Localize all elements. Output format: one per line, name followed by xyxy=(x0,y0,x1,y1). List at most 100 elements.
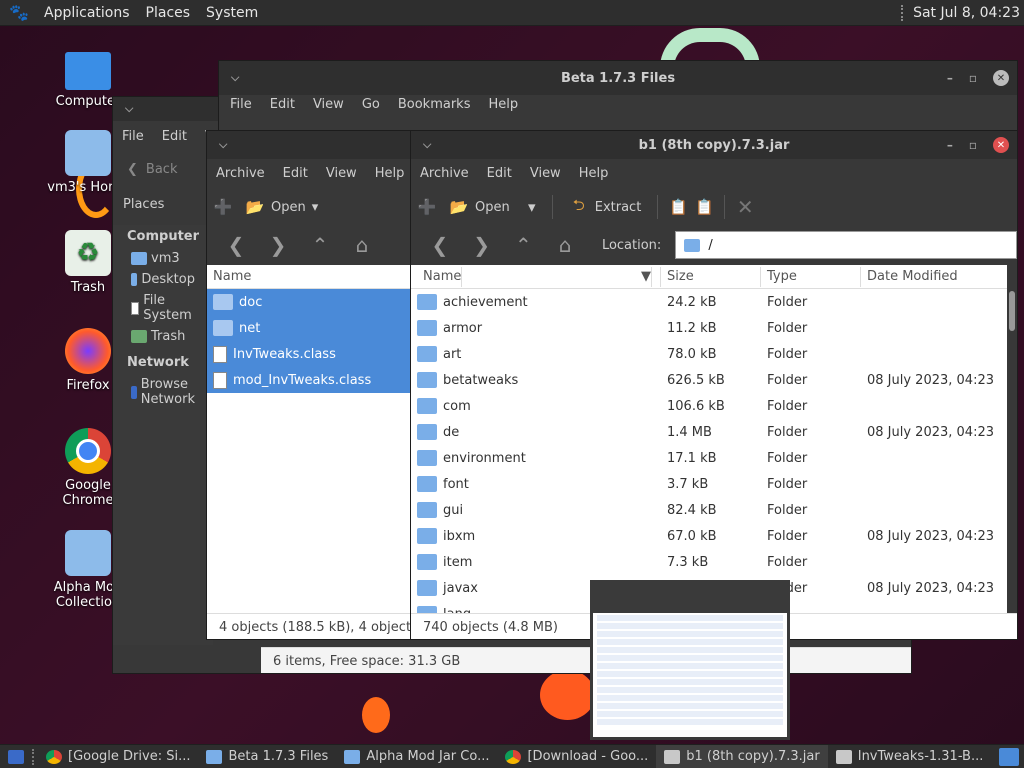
menu-edit[interactable]: Edit xyxy=(261,97,304,112)
workspace-switcher[interactable] xyxy=(991,745,1024,768)
menu-archive[interactable]: Archive xyxy=(207,166,274,181)
table-row[interactable]: armor 11.2 kB Folder xyxy=(411,315,1007,341)
gnome-foot-icon[interactable]: 🐾 xyxy=(8,2,30,24)
chevron-down-icon[interactable]: ▾ xyxy=(312,200,319,215)
add-files-icon[interactable]: 📋 xyxy=(668,198,688,216)
stop-icon[interactable]: ✕ xyxy=(735,195,755,219)
table-row[interactable]: gui 82.4 kB Folder xyxy=(411,497,1007,523)
table-row[interactable]: art 78.0 kB Folder xyxy=(411,341,1007,367)
maximize-icon[interactable]: ▫ xyxy=(969,71,977,85)
menu-help[interactable]: Help xyxy=(366,166,414,181)
table-row[interactable]: environment 17.1 kB Folder xyxy=(411,445,1007,471)
minimize-icon[interactable]: – xyxy=(947,138,953,152)
table-row[interactable]: item 7.3 kB Folder xyxy=(411,549,1007,575)
list-scrollbar[interactable] xyxy=(1009,291,1015,331)
trash-icon: ♻ xyxy=(65,230,111,276)
back-arrow-icon[interactable]: ❮ xyxy=(421,231,459,259)
system-menu[interactable]: System xyxy=(198,5,266,21)
sidebar-item-filesystem[interactable]: File System xyxy=(113,290,213,326)
folder-icon xyxy=(213,320,233,336)
wallpaper-orange-shape-2 xyxy=(362,697,390,733)
menu-help[interactable]: Help xyxy=(479,97,527,112)
taskbar-item[interactable]: [Download - Goo... xyxy=(497,745,656,768)
show-desktop-button[interactable] xyxy=(0,745,32,768)
home-icon[interactable]: ⌂ xyxy=(343,231,381,259)
file-icon xyxy=(213,345,227,363)
folder-icon xyxy=(344,749,361,764)
table-row[interactable]: com 106.6 kB Folder xyxy=(411,393,1007,419)
menu-edit[interactable]: Edit xyxy=(478,166,521,181)
home-sidebar: Computer vm3 Desktop File System Trash N… xyxy=(113,225,213,645)
menu-view[interactable]: View xyxy=(521,166,570,181)
up-arrow-icon[interactable]: ⌃ xyxy=(504,231,542,259)
sort-desc-icon: ▼ xyxy=(635,266,652,287)
sidebar-item-vm3[interactable]: vm3 xyxy=(113,248,213,269)
table-row[interactable]: de 1.4 MB Folder 08 July 2023, 04:23 xyxy=(411,419,1007,445)
table-row[interactable]: achievement 24.2 kB Folder xyxy=(411,289,1007,315)
back-button[interactable]: Back xyxy=(146,162,178,177)
beta-window[interactable]: ⌵ Beta 1.7.3 Files – ▫ ✕ File Edit View … xyxy=(218,60,1018,140)
computer-icon xyxy=(65,52,111,90)
menu-edit[interactable]: Edit xyxy=(153,129,196,144)
column-type[interactable]: Type xyxy=(761,266,861,287)
window-menu-chevron-icon[interactable]: ⌵ xyxy=(219,138,227,152)
maximize-icon[interactable]: ▫ xyxy=(969,138,977,152)
menu-go[interactable]: Go xyxy=(353,97,389,112)
panel-handle[interactable] xyxy=(901,4,905,21)
back-arrow-icon[interactable]: ❮ xyxy=(127,162,138,177)
jar-window[interactable]: ⌵ b1 (8th copy).7.3.jar – ▫ ✕ Archive Ed… xyxy=(410,130,1018,640)
jar-file-list[interactable]: Name ▼ Size Type Date Modified achievemen… xyxy=(411,265,1007,613)
close-icon[interactable]: ✕ xyxy=(993,137,1009,153)
table-row[interactable]: betatweaks 626.5 kB Folder 08 July 2023, 04… xyxy=(411,367,1007,393)
menu-archive[interactable]: Archive xyxy=(411,166,478,181)
column-name[interactable]: Name ▼ xyxy=(411,266,661,287)
menu-view[interactable]: View xyxy=(317,166,366,181)
column-size[interactable]: Size xyxy=(661,266,761,287)
clock[interactable]: Sat Jul 8, 04:23 xyxy=(913,5,1024,21)
back-arrow-icon[interactable]: ❮ xyxy=(217,231,255,259)
menu-bookmarks[interactable]: Bookmarks xyxy=(389,97,480,112)
open-dropdown-chevron-icon[interactable]: ▾ xyxy=(522,198,542,216)
up-arrow-icon[interactable]: ⌃ xyxy=(301,231,339,259)
location-label: Location: xyxy=(601,237,662,253)
menu-file[interactable]: File xyxy=(221,97,261,112)
taskbar-item[interactable]: Beta 1.7.3 Files xyxy=(198,745,336,768)
sidebar-item-browse-network[interactable]: Browse Network xyxy=(113,374,213,410)
extract-icon: ⮌ xyxy=(572,195,585,214)
close-icon[interactable]: ✕ xyxy=(993,70,1009,86)
taskbar-item[interactable]: b1 (8th copy).7.3.jar xyxy=(656,744,828,768)
menu-file[interactable]: File xyxy=(113,129,153,144)
add-folder-icon[interactable]: 📋 xyxy=(694,198,714,216)
taskbar: [Google Drive: Si... Beta 1.7.3 Files Alph… xyxy=(0,744,1024,768)
sidebar-item-desktop[interactable]: Desktop xyxy=(113,269,213,290)
taskbar-item[interactable]: InvTweaks-1.31-B... xyxy=(828,745,992,768)
taskbar-item[interactable]: Alpha Mod Jar Co... xyxy=(336,745,497,768)
location-field[interactable]: / xyxy=(675,231,1017,259)
home-icon[interactable]: ⌂ xyxy=(546,231,584,259)
minimize-icon[interactable]: – xyxy=(947,71,953,85)
extract-button[interactable]: ⮌ Extract xyxy=(563,192,648,222)
window-menu-chevron-icon[interactable]: ⌵ xyxy=(125,102,133,116)
applications-menu[interactable]: Applications xyxy=(36,5,138,21)
sidebar-item-trash[interactable]: Trash xyxy=(113,326,213,347)
forward-arrow-icon[interactable]: ❯ xyxy=(463,231,501,259)
open-button[interactable]: 📂 Open ▾ xyxy=(239,192,324,222)
table-row[interactable]: ibxm 67.0 kB Folder 08 July 2023, 04:23 xyxy=(411,523,1007,549)
home-icon xyxy=(131,252,147,265)
table-row[interactable]: font 3.7 kB Folder xyxy=(411,471,1007,497)
desktop-icon xyxy=(131,273,138,286)
forward-arrow-icon[interactable]: ❯ xyxy=(259,231,297,259)
folder-icon xyxy=(417,372,437,388)
menu-edit[interactable]: Edit xyxy=(274,166,317,181)
open-button[interactable]: 📂 Open xyxy=(443,192,516,222)
menu-view[interactable]: View xyxy=(304,97,353,112)
taskbar-item[interactable]: [Google Drive: Si... xyxy=(38,745,198,768)
window-preview-thumbnail[interactable] xyxy=(590,580,790,740)
column-date[interactable]: Date Modified xyxy=(861,267,1007,287)
new-archive-icon[interactable]: ➕ xyxy=(213,198,233,216)
new-archive-icon[interactable]: ➕ xyxy=(417,198,437,216)
folder-icon xyxy=(417,424,437,440)
menu-help[interactable]: Help xyxy=(570,166,618,181)
places-menu[interactable]: Places xyxy=(138,5,199,21)
folder-icon: 📂 xyxy=(245,198,265,216)
